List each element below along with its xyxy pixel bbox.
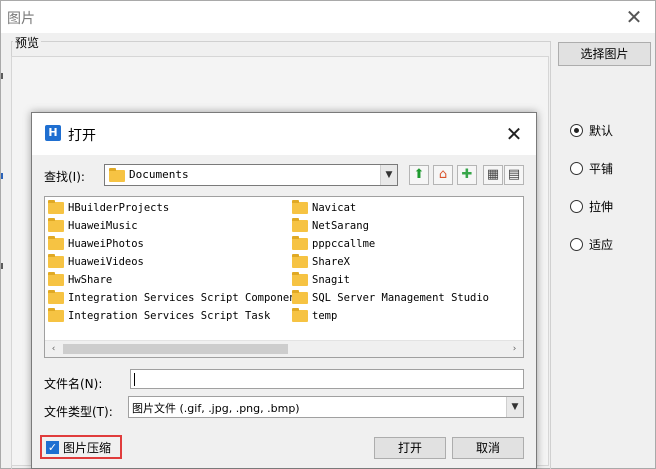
list-item-label: HuaweiMusic [68, 220, 138, 232]
new-folder-icon[interactable]: ✚ [457, 165, 477, 185]
app-logo-icon: H [45, 125, 61, 141]
details-view-icon[interactable]: ▤ [504, 165, 524, 185]
folder-icon [48, 236, 64, 250]
folder-icon [292, 290, 308, 304]
list-item[interactable]: Navicat [292, 199, 356, 217]
title-bar: 图片 ✕ [1, 1, 655, 33]
list-item[interactable]: Integration Services Script Task [48, 307, 270, 325]
dialog-title: 打开 [68, 128, 96, 144]
list-item[interactable]: HwShare [48, 271, 112, 289]
list-item-label: ShareX [312, 256, 350, 268]
list-item-label: Navicat [312, 202, 357, 214]
list-item[interactable]: Integration Services Script Component [48, 289, 302, 307]
radio-label: 适应 [589, 237, 614, 252]
list-item-label: HuaweiVideos [68, 256, 144, 268]
close-icon[interactable]: ✕ [619, 3, 649, 31]
radio-tile[interactable]: 平铺 [570, 159, 613, 177]
file-type-label: 文件类型(T): [44, 405, 113, 419]
list-item[interactable]: temp [292, 307, 337, 325]
list-item[interactable]: HuaweiPhotos [48, 235, 144, 253]
list-item[interactable]: HuaweiMusic [48, 217, 138, 235]
look-in-value: Documents [129, 168, 189, 181]
radio-label: 拉伸 [589, 199, 614, 214]
scrollbar-thumb[interactable] [63, 344, 288, 354]
close-icon[interactable]: ✕ [500, 121, 528, 147]
look-in-label: 查找(I): [44, 170, 85, 184]
file-type-value: 图片文件 (.gif, .jpg, .png, .bmp) [132, 402, 300, 415]
list-item[interactable]: Snagit [292, 271, 350, 289]
list-item-label: pppccallme [312, 238, 376, 250]
list-item-label: temp [312, 310, 338, 322]
chevron-down-icon[interactable]: ▼ [506, 397, 523, 417]
folder-icon [292, 200, 308, 214]
radio-button-icon [570, 161, 583, 175]
window-title: 图片 [7, 11, 35, 27]
list-item-label: HBuilderProjects [68, 202, 170, 214]
file-name-label: 文件名(N): [44, 377, 103, 391]
horizontal-scrollbar[interactable]: ‹ › [45, 340, 523, 357]
list-item[interactable]: HBuilderProjects [48, 199, 169, 217]
list-item-label: Integration Services Script Task [68, 310, 271, 322]
home-icon[interactable]: ⌂ [433, 165, 453, 185]
scroll-left-icon[interactable]: ‹ [45, 341, 62, 357]
folder-icon [109, 168, 125, 182]
folder-icon [48, 200, 64, 214]
list-item[interactable]: ShareX [292, 253, 350, 271]
list-item[interactable]: HuaweiVideos [48, 253, 144, 271]
look-in-combobox[interactable]: Documents ▼ [104, 164, 398, 186]
list-view-icon[interactable]: ▦ [483, 165, 503, 185]
list-item-label: Snagit [312, 274, 350, 286]
folder-icon [292, 254, 308, 268]
folder-icon [48, 218, 64, 232]
folder-icon [292, 308, 308, 322]
open-file-dialog: H 打开 ✕ 查找(I): Documents ▼ ⬆ ⌂ ✚ ▦ ▤ HBui… [31, 112, 537, 469]
folder-icon [48, 290, 64, 304]
chevron-down-icon[interactable]: ▼ [380, 165, 397, 185]
open-button[interactable]: 打开 [374, 437, 446, 459]
scroll-right-icon[interactable]: › [506, 341, 523, 357]
select-image-button[interactable]: 选择图片 [558, 42, 651, 66]
radio-fit[interactable]: 适应 [570, 235, 613, 253]
radio-button-icon [570, 199, 583, 213]
text-caret [134, 373, 135, 386]
folder-icon [292, 272, 308, 286]
folder-icon [292, 218, 308, 232]
radio-label: 平铺 [589, 161, 614, 176]
folder-icon [292, 236, 308, 250]
folder-icon [48, 272, 64, 286]
dialog-title-bar: H 打开 ✕ [32, 113, 536, 155]
list-item[interactable]: NetSarang [292, 217, 369, 235]
radio-button-icon [570, 123, 583, 137]
checkbox-checked-icon[interactable]: ✓ [46, 440, 59, 454]
radio-label: 默认 [589, 123, 614, 138]
list-item[interactable]: SQL Server Management Studio [292, 289, 489, 307]
edge-marker [1, 263, 3, 269]
up-folder-icon[interactable]: ⬆ [409, 165, 429, 185]
preview-label: 预览 [13, 34, 42, 51]
file-name-field[interactable] [130, 369, 524, 389]
folder-icon [48, 254, 64, 268]
list-item-label: Integration Services Script Component [68, 292, 302, 304]
list-item-label: HuaweiPhotos [68, 238, 144, 250]
compress-label: 图片压缩 [63, 440, 112, 455]
radio-default[interactable]: 默认 [570, 121, 613, 139]
list-item-label: SQL Server Management Studio [312, 292, 490, 304]
file-list[interactable]: HBuilderProjects HuaweiMusic HuaweiPhoto… [44, 196, 524, 358]
edge-marker [1, 73, 3, 79]
file-type-select[interactable]: 图片文件 (.gif, .jpg, .png, .bmp) ▼ [128, 396, 524, 418]
compress-checkbox[interactable]: ✓ 图片压缩 [40, 435, 122, 459]
radio-button-icon [570, 237, 583, 251]
radio-stretch[interactable]: 拉伸 [570, 197, 613, 215]
list-item-label: NetSarang [312, 220, 369, 232]
list-item-label: HwShare [68, 274, 113, 286]
folder-icon [48, 308, 64, 322]
cancel-button[interactable]: 取消 [452, 437, 524, 459]
list-item[interactable]: pppccallme [292, 235, 375, 253]
edge-marker [1, 173, 3, 179]
